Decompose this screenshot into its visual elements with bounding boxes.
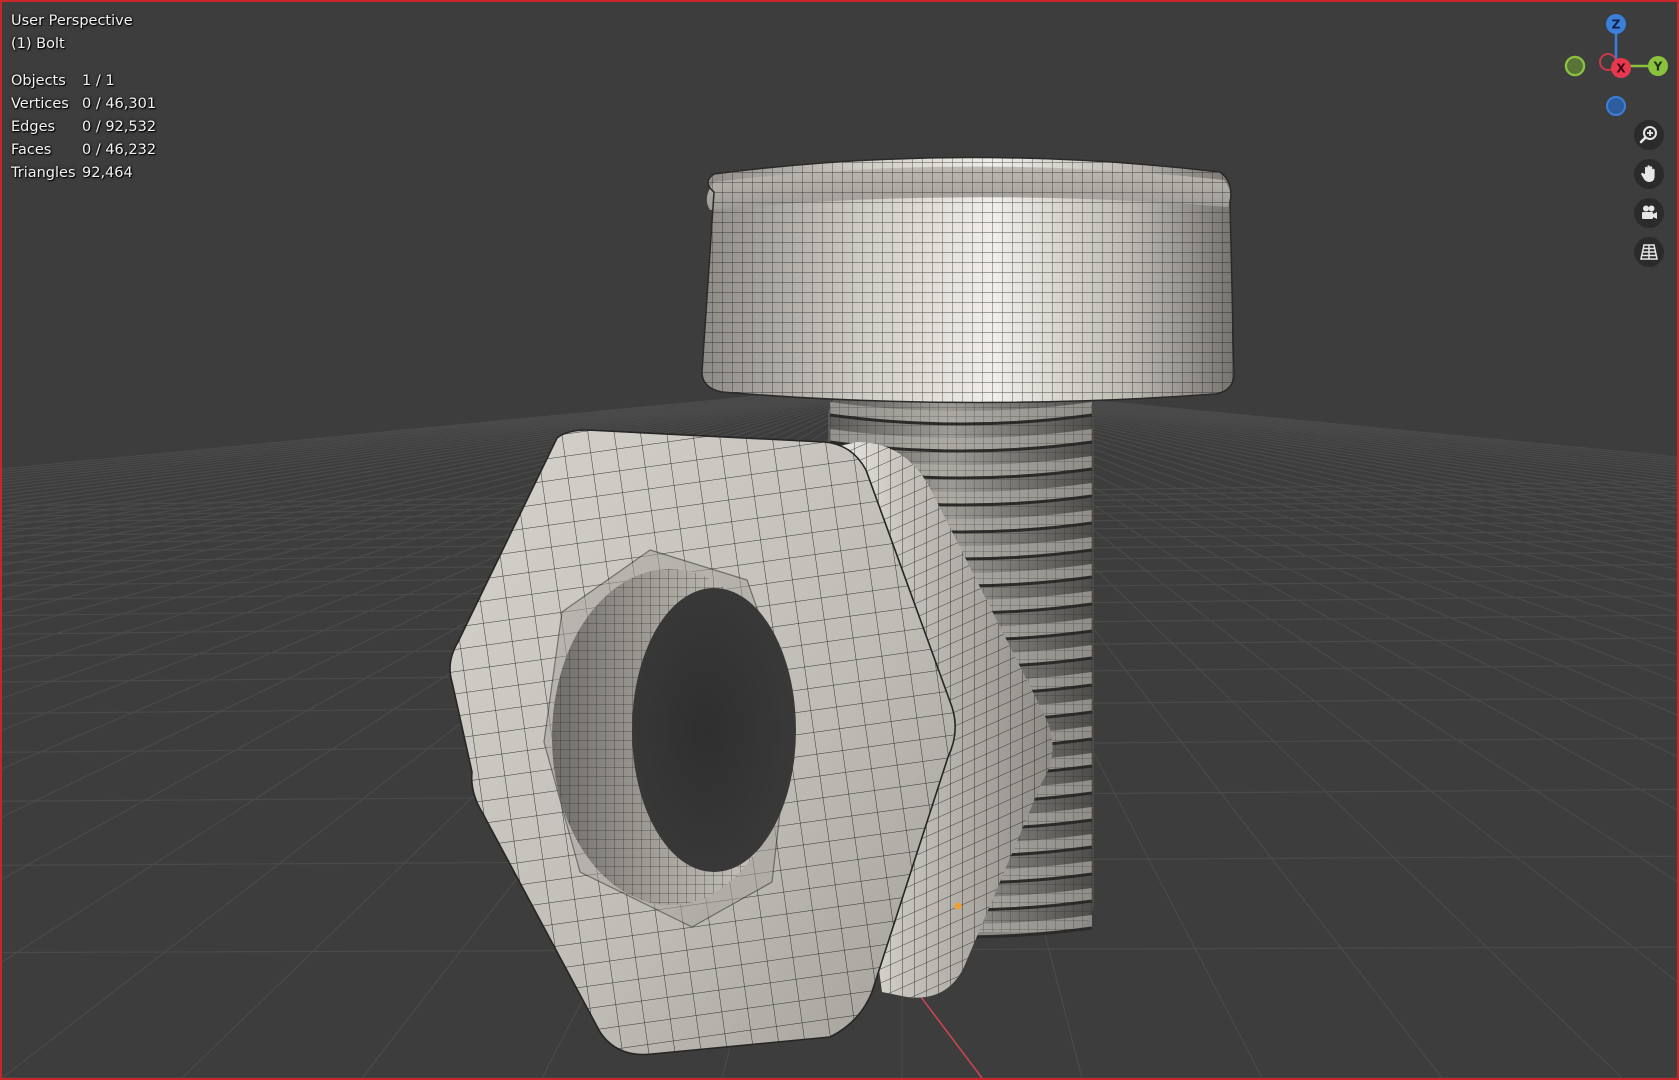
camera-view-button[interactable] xyxy=(1634,198,1664,228)
zoom-button[interactable] xyxy=(1634,120,1664,150)
gizmo-z-label: Z xyxy=(1612,18,1621,32)
gizmo-y-label: Y xyxy=(1653,60,1663,74)
navigation-gizmo[interactable]: Z X Y xyxy=(1550,10,1674,122)
3d-viewport[interactable]: User Perspective (1) Bolt Objects 1 / 1 V… xyxy=(0,0,1679,1080)
nut-front-face xyxy=(449,429,956,1056)
stats-label: Vertices xyxy=(11,96,69,112)
stats-label: Objects xyxy=(11,73,66,89)
view-name: User Perspective xyxy=(11,13,133,29)
bolt-head xyxy=(701,156,1235,404)
stats-value: 92,464 xyxy=(82,165,133,181)
stats-row-objects: Objects 1 / 1 xyxy=(11,70,156,93)
stats-label: Faces xyxy=(11,142,52,158)
stats-row-triangles: Triangles 92,464 xyxy=(11,162,156,185)
viewport-info: User Perspective (1) Bolt xyxy=(11,10,133,56)
stats-value: 0 / 92,532 xyxy=(82,119,157,135)
gizmo-neg-z[interactable] xyxy=(1606,96,1626,116)
gizmo-x-label: X xyxy=(1616,62,1626,76)
pan-button[interactable] xyxy=(1634,159,1664,189)
stats-label: Edges xyxy=(11,119,56,135)
stats-row-faces: Faces 0 / 46,232 xyxy=(11,139,156,162)
stats-label: Triangles xyxy=(11,165,76,181)
stats-row-vertices: Vertices 0 / 46,301 xyxy=(11,93,156,116)
perspective-toggle-button[interactable] xyxy=(1634,237,1664,267)
viewport-scene xyxy=(2,156,1677,1078)
object-origin-dot[interactable] xyxy=(954,902,962,910)
active-object-label: (1) Bolt xyxy=(11,36,65,52)
zoom-in-icon xyxy=(1639,126,1657,144)
stats-value: 0 / 46,232 xyxy=(82,142,157,158)
stats-value: 0 / 46,301 xyxy=(82,96,157,112)
camera-icon xyxy=(1642,205,1657,219)
stats-row-edges: Edges 0 / 92,532 xyxy=(11,116,156,139)
statistics-overlay: Objects 1 / 1 Vertices 0 / 46,301 Edges 0 /… xyxy=(11,70,156,185)
hand-icon xyxy=(1641,165,1655,182)
grid-perspective-icon xyxy=(1640,244,1658,260)
gizmo-neg-y-fill xyxy=(1567,58,1583,74)
stats-value: 1 / 1 xyxy=(82,73,115,89)
